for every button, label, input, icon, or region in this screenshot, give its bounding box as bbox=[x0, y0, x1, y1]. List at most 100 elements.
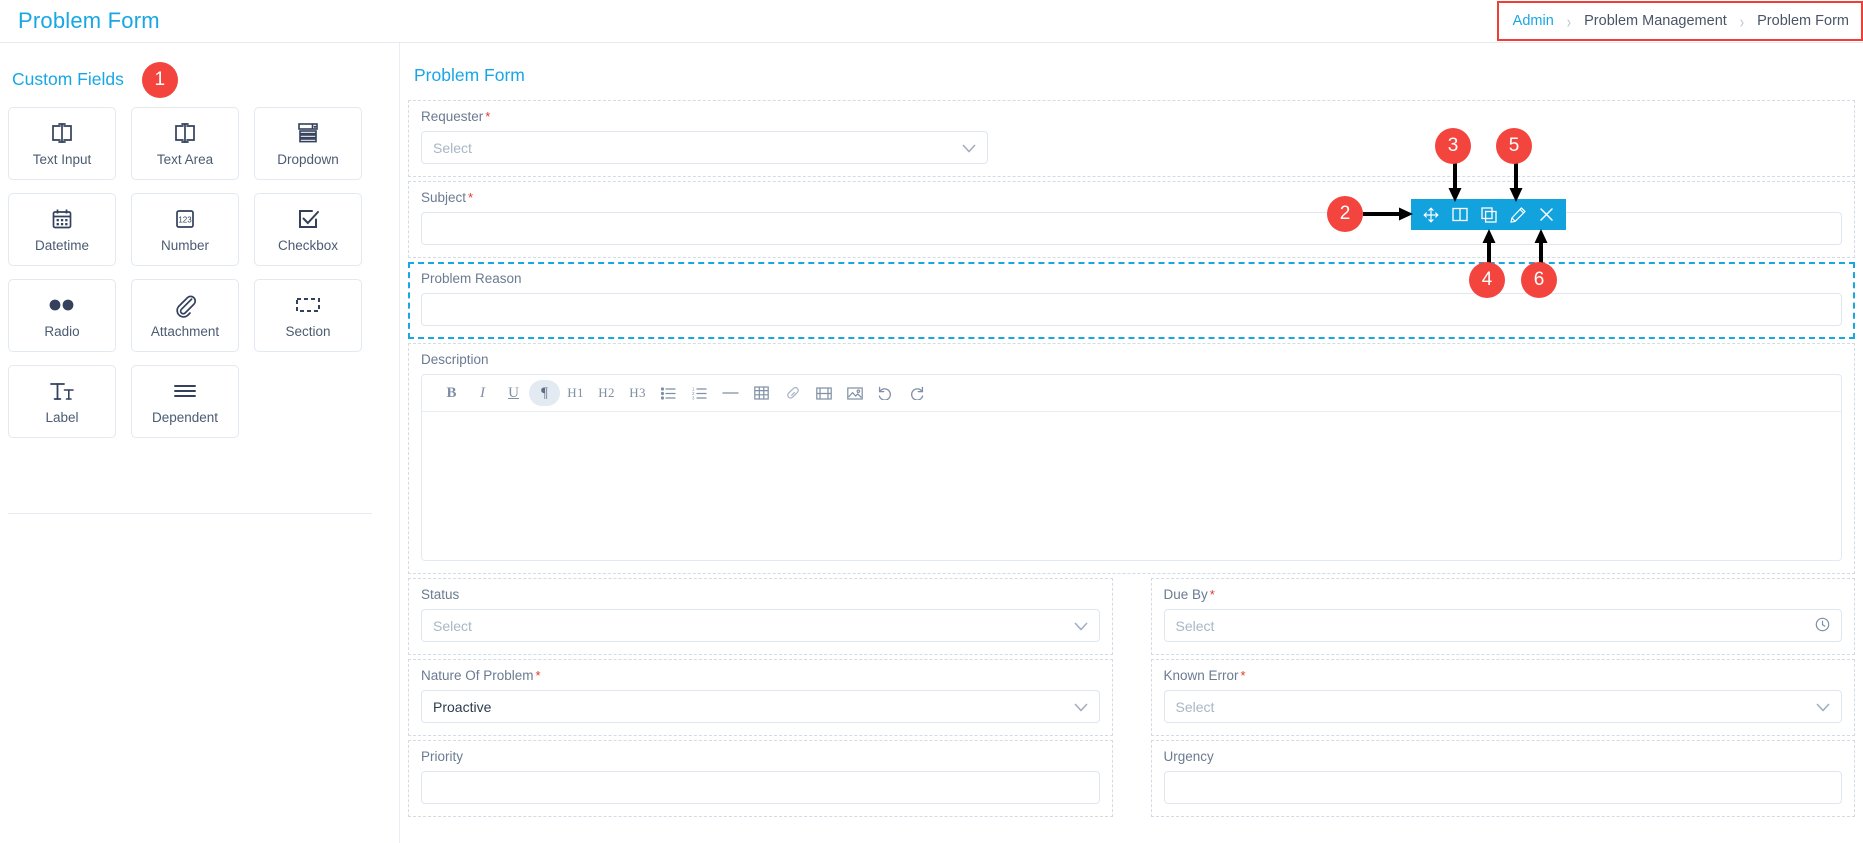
breadcrumb-separator-icon: › bbox=[1566, 10, 1572, 32]
number-123-icon: 123 bbox=[173, 206, 197, 232]
form-field-urgency[interactable]: Urgency bbox=[1150, 740, 1855, 817]
palette-tile-datetime[interactable]: Datetime bbox=[8, 193, 116, 266]
field-action-toolbar bbox=[1411, 199, 1566, 230]
underline-icon[interactable]: U bbox=[498, 380, 529, 406]
form-field-requester[interactable]: Requester * Select bbox=[408, 100, 1855, 177]
field-label: Status bbox=[421, 587, 460, 602]
form-row-priority-urgency: Priority Urgency bbox=[400, 740, 1863, 821]
bold-icon[interactable]: B bbox=[436, 380, 467, 406]
clock-icon[interactable] bbox=[1815, 617, 1830, 635]
palette-tile-text-area[interactable]: Text Area bbox=[131, 107, 239, 180]
due-by-value: Select bbox=[1175, 617, 1215, 634]
callout-arrow-3 bbox=[1448, 163, 1462, 202]
palette-tile-dependent[interactable]: Dependent bbox=[131, 365, 239, 438]
heading1-icon[interactable]: H1 bbox=[560, 380, 591, 406]
form-field-priority[interactable]: Priority bbox=[408, 740, 1113, 817]
undo-icon[interactable] bbox=[870, 380, 901, 406]
palette-tile-label: Text Input bbox=[32, 152, 92, 167]
move-arrows-icon[interactable] bbox=[1417, 201, 1444, 228]
required-asterisk: * bbox=[535, 668, 541, 683]
field-label: Nature Of Problem * bbox=[421, 668, 541, 683]
callout-marker-6: 6 bbox=[1521, 262, 1557, 298]
palette-tile-label: Checkbox bbox=[277, 238, 339, 253]
text-area-icon bbox=[172, 120, 198, 146]
field-label: Problem Reason bbox=[421, 271, 522, 286]
video-icon[interactable] bbox=[808, 380, 839, 406]
checkbox-icon bbox=[296, 206, 321, 232]
palette-tile-label: Number bbox=[160, 238, 209, 253]
palette-tile-text-input[interactable]: Text Input bbox=[8, 107, 116, 180]
palette-tile-dropdown[interactable]: Dropdown bbox=[254, 107, 362, 180]
form-field-problem-reason[interactable]: Problem Reason bbox=[408, 262, 1855, 339]
dropdown-icon bbox=[295, 120, 321, 146]
nature-of-problem-select[interactable]: Proactive bbox=[421, 690, 1100, 723]
breadcrumb-item-admin[interactable]: Admin bbox=[1513, 13, 1554, 29]
palette-tile-label: Text Area bbox=[156, 152, 214, 167]
form-field-description[interactable]: Description B I U ¶ H1 H2 H3 1 2 3 bbox=[408, 343, 1855, 574]
close-x-icon[interactable] bbox=[1533, 201, 1560, 228]
top-bar: Problem Form Admin › Problem Management … bbox=[0, 0, 1863, 43]
redo-icon[interactable] bbox=[901, 380, 932, 406]
required-asterisk: * bbox=[1240, 668, 1246, 683]
palette-tile-label: Section bbox=[285, 324, 331, 339]
italic-icon[interactable]: I bbox=[467, 380, 498, 406]
form-field-subject[interactable]: Subject * bbox=[408, 181, 1855, 258]
palette-tile-section[interactable]: Section bbox=[254, 279, 362, 352]
form-field-due-by[interactable]: Due By * Select bbox=[1150, 578, 1855, 655]
subject-input[interactable] bbox=[421, 212, 1842, 245]
callout-marker-2: 2 bbox=[1327, 196, 1363, 232]
breadcrumb: Admin › Problem Management › Problem For… bbox=[1496, 1, 1863, 41]
paragraph-icon[interactable]: ¶ bbox=[529, 380, 560, 406]
calendar-icon bbox=[50, 206, 74, 232]
dependent-lines-icon bbox=[171, 378, 199, 404]
palette-tile-label[interactable]: Label bbox=[8, 365, 116, 438]
known-error-select[interactable]: Select bbox=[1163, 690, 1842, 723]
image-icon[interactable] bbox=[839, 380, 870, 406]
due-by-input[interactable]: Select bbox=[1163, 609, 1842, 642]
palette-tile-checkbox[interactable]: Checkbox bbox=[254, 193, 362, 266]
palette-divider bbox=[8, 513, 372, 514]
palette-tile-attachment[interactable]: Attachment bbox=[131, 279, 239, 352]
link-icon[interactable] bbox=[777, 380, 808, 406]
label-tt-icon bbox=[48, 378, 76, 404]
split-columns-icon[interactable] bbox=[1446, 201, 1473, 228]
field-label: Due By * bbox=[1163, 587, 1215, 602]
palette-tile-number[interactable]: 123 Number bbox=[131, 193, 239, 266]
problem-reason-input[interactable] bbox=[421, 293, 1842, 326]
form-field-status[interactable]: Status Select bbox=[408, 578, 1113, 655]
form-field-nature-of-problem[interactable]: Nature Of Problem * Proactive bbox=[408, 659, 1113, 736]
form-field-known-error[interactable]: Known Error * Select bbox=[1150, 659, 1855, 736]
required-asterisk: * bbox=[1209, 587, 1215, 602]
form-row-status-dueby: Status Select Due By * Select bbox=[400, 578, 1863, 659]
callout-arrow-5 bbox=[1509, 163, 1523, 202]
numbered-list-icon[interactable]: 1 2 3 bbox=[684, 380, 715, 406]
callout-marker-3: 3 bbox=[1435, 128, 1471, 164]
priority-select[interactable] bbox=[421, 771, 1100, 804]
heading2-icon[interactable]: H2 bbox=[591, 380, 622, 406]
table-icon[interactable] bbox=[746, 380, 777, 406]
chevron-down-icon bbox=[1073, 618, 1088, 634]
chevron-down-icon bbox=[1816, 699, 1830, 715]
heading3-icon[interactable]: H3 bbox=[622, 380, 653, 406]
duplicate-icon[interactable] bbox=[1475, 201, 1502, 228]
breadcrumb-item-problem-management[interactable]: Problem Management bbox=[1584, 13, 1727, 29]
field-label: Urgency bbox=[1163, 749, 1214, 764]
palette-tile-grid: Text Input Text Area Dropdown Datetime 1… bbox=[0, 97, 400, 438]
field-label: Requester * bbox=[421, 109, 491, 124]
urgency-select[interactable] bbox=[1163, 771, 1842, 804]
palette-tile-radio[interactable]: Radio bbox=[8, 279, 116, 352]
palette-tile-label: Radio bbox=[44, 324, 80, 339]
required-asterisk: * bbox=[468, 190, 474, 205]
bullet-list-icon[interactable] bbox=[653, 380, 684, 406]
description-rich-text-editor[interactable]: B I U ¶ H1 H2 H3 1 2 3 bbox=[421, 374, 1842, 561]
description-editor-body[interactable] bbox=[422, 412, 1841, 560]
field-label: Priority bbox=[421, 749, 464, 764]
breadcrumb-item-problem-form: Problem Form bbox=[1757, 13, 1849, 29]
status-select[interactable]: Select bbox=[421, 609, 1100, 642]
status-value: Select bbox=[433, 617, 472, 634]
palette-tile-label: Dropdown bbox=[277, 152, 339, 167]
field-label: Known Error * bbox=[1163, 668, 1246, 683]
pencil-icon[interactable] bbox=[1504, 201, 1531, 228]
requester-select[interactable]: Select bbox=[421, 131, 988, 164]
horizontal-rule-icon[interactable] bbox=[715, 380, 746, 406]
